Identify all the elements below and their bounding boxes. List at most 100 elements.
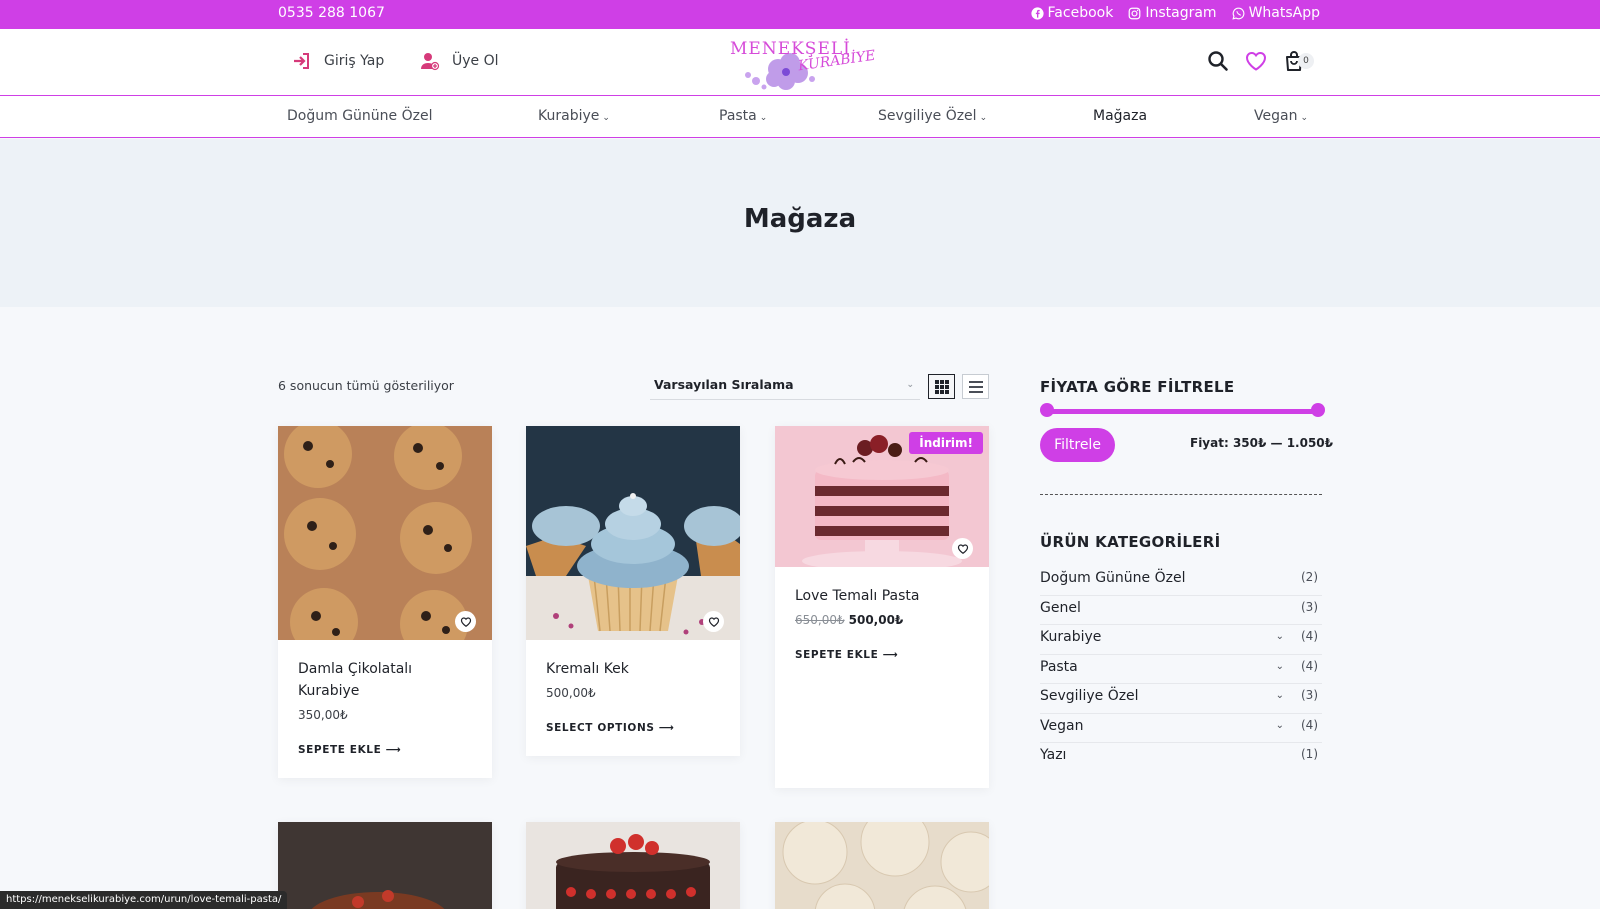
site-logo[interactable]: MENEKŞELİ KURABİYE: [726, 33, 880, 91]
nav-item-vegan[interactable]: Vegan ⌄: [1254, 108, 1308, 124]
nav-item-magaza[interactable]: Mağaza: [1093, 108, 1147, 124]
chevron-down-icon[interactable]: ⌄: [1276, 661, 1284, 672]
product-info: Love Temalı Pasta 650,00₺ 500,00₺ SEPETE …: [775, 567, 989, 683]
nav-item-sevgiliye-ozel[interactable]: Sevgiliye Özel ⌄: [878, 108, 987, 124]
nav-label: Mağaza: [1093, 108, 1148, 124]
product-image[interactable]: [278, 822, 492, 909]
category-item[interactable]: Pasta ⌄ (4): [1040, 655, 1322, 684]
heart-icon: [957, 543, 968, 554]
product-card[interactable]: Damla Çikolatalı Kurabiye 350,00₺ SEPETE…: [278, 426, 492, 778]
arrow-right-icon: ⟶: [658, 722, 675, 734]
wishlist-heart-icon[interactable]: [1244, 49, 1268, 73]
category-item[interactable]: Doğum Gününe Özel (2): [1040, 566, 1322, 596]
product-card[interactable]: [278, 822, 492, 909]
product-name[interactable]: Love Temalı Pasta: [795, 585, 969, 607]
add-to-cart-button[interactable]: SEPETE EKLE ⟶: [298, 744, 472, 756]
nav-item-dogum-gunune-ozel[interactable]: Doğum Gününe Özel: [287, 108, 432, 124]
category-item[interactable]: Sevgiliye Özel ⌄ (3): [1040, 684, 1322, 714]
category-item[interactable]: Vegan ⌄ (4): [1040, 714, 1322, 743]
cta-label: SEPETE EKLE: [795, 649, 879, 661]
price-slider-min-handle[interactable]: [1040, 403, 1054, 417]
login-label: Giriş Yap: [324, 53, 385, 69]
category-item[interactable]: Yazı (1): [1040, 743, 1322, 773]
price-slider-track[interactable]: [1046, 409, 1318, 414]
category-count: (2): [1301, 570, 1318, 584]
price-slider-max-handle[interactable]: [1311, 403, 1325, 417]
sale-price: 500,00₺: [848, 613, 904, 627]
add-to-wishlist-button[interactable]: [703, 611, 724, 632]
product-image[interactable]: İndirim!: [775, 426, 989, 567]
product-image[interactable]: [775, 807, 1002, 909]
facebook-link[interactable]: Facebook: [1030, 5, 1113, 21]
register-label: Üye Ol: [452, 53, 499, 69]
categories-title: ÜRÜN KATEGORİLERİ: [1040, 533, 1221, 551]
chevron-down-icon[interactable]: ⌄: [1276, 720, 1284, 731]
whatsapp-icon: [1231, 7, 1244, 20]
blue-cupcakes-image: [526, 426, 740, 640]
heart-icon: [460, 616, 471, 627]
nav-label: Pasta: [719, 108, 757, 124]
register-link[interactable]: Üye Ol: [420, 51, 499, 71]
category-count: (4): [1301, 658, 1318, 673]
filter-button[interactable]: Filtrele: [1040, 428, 1115, 462]
nav-item-kurabiye[interactable]: Kurabiye ⌄: [538, 108, 610, 124]
sort-select[interactable]: Varsayılan Sıralama ⌄: [650, 374, 920, 400]
result-count: 6 sonucun tümü gösteriliyor: [278, 378, 454, 393]
nav-label: Kurabiye: [538, 108, 600, 124]
category-name: Sevgiliye Özel: [1040, 688, 1139, 704]
phone-number[interactable]: 0535 288 1067: [278, 5, 385, 21]
chevron-down-icon: ⌄: [906, 380, 914, 390]
select-options-button[interactable]: SELECT OPTIONS ⟶: [546, 722, 720, 734]
cart-button[interactable]: 0: [1282, 49, 1314, 73]
product-card[interactable]: Kremalı Kek 500,00₺ SELECT OPTIONS ⟶: [526, 426, 740, 756]
cart-count-badge: 0: [1298, 53, 1314, 69]
list-view-button[interactable]: [962, 374, 989, 399]
product-image[interactable]: [526, 822, 740, 909]
cta-label: SELECT OPTIONS: [546, 722, 655, 734]
chevron-down-icon: ⌄: [759, 113, 768, 123]
chevron-down-icon: ⌄: [602, 113, 610, 123]
nav-item-pasta[interactable]: Pasta ⌄: [719, 108, 767, 124]
product-image[interactable]: [526, 426, 740, 640]
list-icon: [968, 380, 983, 393]
product-name[interactable]: Damla Çikolatalı Kurabiye: [298, 658, 472, 702]
heart-icon: [708, 616, 719, 627]
instagram-link[interactable]: Instagram: [1128, 5, 1217, 21]
add-to-wishlist-button[interactable]: [952, 538, 973, 559]
product-card[interactable]: [775, 807, 1002, 909]
product-info: Damla Çikolatalı Kurabiye 350,00₺ SEPETE…: [278, 640, 492, 778]
product-info: Kremalı Kek 500,00₺ SELECT OPTIONS ⟶: [526, 640, 740, 756]
login-icon: [294, 53, 309, 69]
category-name: Vegan: [1040, 717, 1084, 734]
category-count: (1): [1301, 747, 1318, 761]
price-value: 350,00₺: [298, 708, 348, 722]
product-card[interactable]: [526, 822, 740, 909]
page-hero: Mağaza: [0, 139, 1600, 307]
login-link[interactable]: Giriş Yap: [292, 51, 384, 71]
sale-badge: İndirim!: [909, 432, 983, 454]
arrow-right-icon: ⟶: [882, 649, 899, 661]
instagram-label: Instagram: [1145, 5, 1217, 21]
search-icon[interactable]: [1206, 49, 1230, 73]
user-add-icon: [421, 53, 440, 71]
whatsapp-link[interactable]: WhatsApp: [1231, 5, 1320, 21]
chevron-down-icon[interactable]: ⌄: [1276, 631, 1284, 642]
chevron-down-icon[interactable]: ⌄: [1276, 690, 1284, 701]
product-card[interactable]: İndirim! Love Temalı Pasta 650,00₺ 500,00…: [775, 426, 989, 788]
product-image[interactable]: [278, 426, 492, 640]
category-item[interactable]: Genel (3): [1040, 596, 1322, 625]
add-to-wishlist-button[interactable]: [455, 611, 476, 632]
category-name: Pasta: [1040, 658, 1078, 675]
category-item[interactable]: Kurabiye ⌄ (4): [1040, 625, 1322, 655]
product-price: 350,00₺: [298, 708, 472, 722]
product-name[interactable]: Kremalı Kek: [546, 658, 720, 680]
sort-value: Varsayılan Sıralama: [654, 377, 794, 392]
status-bar-url: https://menekselikurabiye.com/urun/love-…: [0, 891, 288, 909]
grid-view-button[interactable]: [928, 374, 955, 399]
whatsapp-label: WhatsApp: [1248, 5, 1320, 21]
chocolate-chip-cookies-image: [278, 426, 492, 640]
old-price: 650,00₺: [795, 613, 845, 627]
category-count: (3): [1301, 599, 1318, 614]
add-to-cart-button[interactable]: SEPETE EKLE ⟶: [795, 649, 969, 661]
facebook-icon: [1030, 6, 1044, 20]
